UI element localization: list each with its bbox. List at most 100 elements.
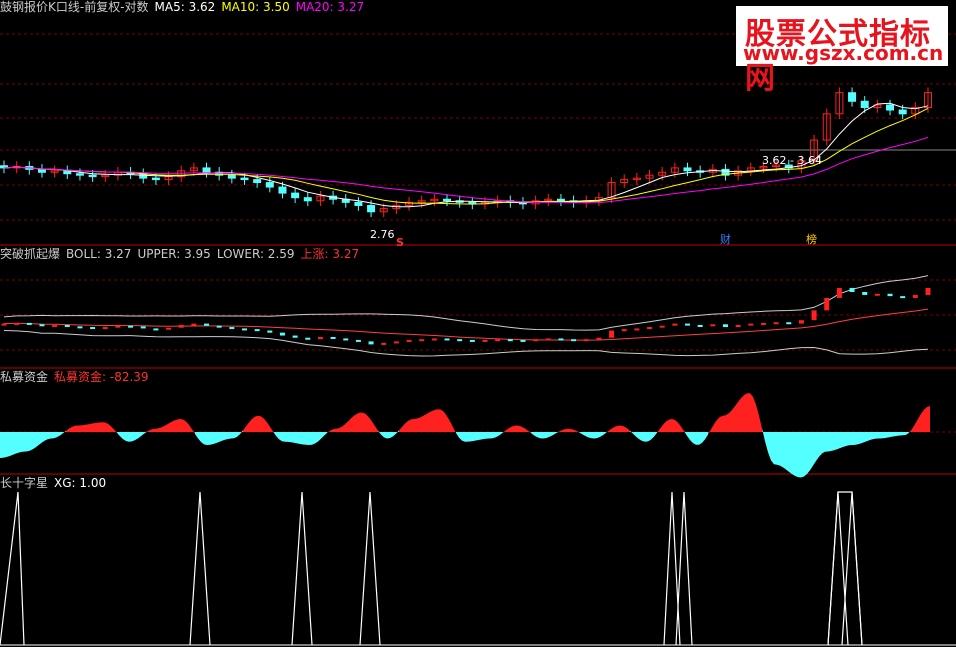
fund-area-segment xyxy=(648,432,651,442)
fund-area-segment xyxy=(741,395,744,432)
price-candle xyxy=(227,174,236,179)
boll-candle xyxy=(204,323,210,326)
fund-area-segment xyxy=(624,426,627,432)
fund-area-segment xyxy=(501,431,504,435)
fund-area-segment xyxy=(636,432,639,440)
fund-area-segment xyxy=(594,432,597,439)
fund-area-segment xyxy=(816,432,819,461)
fund-area-segment xyxy=(927,406,930,432)
fund-area-segment xyxy=(213,432,216,445)
fund-area-segment xyxy=(786,432,789,472)
fund-area-segment xyxy=(318,432,321,442)
fund-area-segment xyxy=(639,432,642,441)
fund-area-segment xyxy=(408,419,411,432)
price-panel-header: 鼓钢报价K口线-前复权-对数 MA5: 3.62 MA10: 3.50 MA20: 3… xyxy=(0,0,370,14)
fund-area-segment xyxy=(480,432,483,440)
fund-area-segment xyxy=(354,413,357,432)
fund-area-segment xyxy=(45,432,48,441)
fund-area-segment xyxy=(705,432,708,440)
fund-area-segment xyxy=(783,432,786,470)
boll-candle xyxy=(216,325,222,328)
fund-area-segment xyxy=(51,432,54,439)
boll-label: BOLL: 3.27 xyxy=(66,247,132,261)
kline-chart-area[interactable] xyxy=(0,0,956,647)
fund-area-segment xyxy=(138,432,141,439)
fund-area-segment xyxy=(621,425,624,432)
fund-area-segment xyxy=(756,404,759,432)
fund-area-segment xyxy=(543,432,546,439)
fund-area-segment xyxy=(504,429,507,432)
price-candle xyxy=(253,179,262,184)
price-candle xyxy=(265,182,274,188)
event-marker-ranking[interactable]: 榜 xyxy=(806,231,817,247)
fund-area-segment xyxy=(882,432,885,439)
boll-candle xyxy=(178,324,184,328)
boll-candle xyxy=(381,342,387,345)
price-candle xyxy=(367,204,376,213)
xg-signal-spike xyxy=(841,491,863,646)
ma20-line xyxy=(3,136,929,204)
fund-area-segment xyxy=(807,432,810,475)
fund-area-segment xyxy=(75,425,78,432)
fund-area-segment xyxy=(105,422,108,432)
boll-candle xyxy=(685,323,691,326)
fund-area-segment xyxy=(675,420,678,432)
fund-area-segment xyxy=(447,416,450,432)
boll-candle xyxy=(710,324,716,327)
fund-area-segment xyxy=(924,406,927,432)
boll-candle xyxy=(811,310,817,321)
boll-candle xyxy=(406,339,412,342)
fund-area-segment xyxy=(771,432,774,465)
fund-area-segment xyxy=(798,432,801,478)
fund-area-segment xyxy=(468,432,471,442)
fund-area-segment xyxy=(723,415,726,432)
boll-candle xyxy=(583,339,589,342)
xg-signal-spike xyxy=(291,491,313,646)
price-candle xyxy=(683,167,692,172)
fund-area-segment xyxy=(912,424,915,432)
fund-area-segment xyxy=(141,432,144,437)
fund-area-segment xyxy=(759,415,762,432)
fund-area-segment xyxy=(399,426,402,432)
boll-candle xyxy=(887,293,893,297)
price-candle xyxy=(202,167,211,173)
fund-area-segment xyxy=(918,413,921,432)
fund-area-segment xyxy=(279,432,282,442)
boll-candle xyxy=(229,327,235,330)
fund-area-segment xyxy=(510,426,513,432)
fund-area-segment xyxy=(117,432,120,437)
event-marker-s[interactable]: S xyxy=(396,236,404,249)
fund-area-segment xyxy=(456,432,459,438)
boll-candle xyxy=(571,339,577,342)
fund-area-segment xyxy=(492,432,495,439)
fund-area-segment xyxy=(3,432,6,458)
event-marker-finance[interactable]: 财 xyxy=(720,231,731,247)
fund-area-segment xyxy=(585,432,588,438)
boll-candle xyxy=(393,341,399,344)
fund-area-segment xyxy=(225,432,228,440)
boll-candle xyxy=(925,287,931,295)
price-candle xyxy=(88,174,97,178)
fund-area-segment xyxy=(525,428,528,432)
fund-area-segment xyxy=(738,398,741,432)
boll-candle xyxy=(874,293,880,296)
fund-area-segment xyxy=(732,406,735,432)
fund-area-segment xyxy=(291,432,294,443)
fund-area-segment xyxy=(906,432,909,435)
ma5-label: MA5: 3.62 xyxy=(154,0,216,14)
fund-area-segment xyxy=(453,427,456,433)
fund-area-segment xyxy=(81,425,84,432)
fund-area-segment xyxy=(681,426,684,432)
fund-area-segment xyxy=(246,422,249,432)
boll-candle xyxy=(305,337,311,340)
fund-area-segment xyxy=(165,423,168,432)
fund-area-segment xyxy=(522,426,525,432)
fund-area-segment xyxy=(243,426,246,432)
boll-candle xyxy=(520,339,526,342)
fund-area-segment xyxy=(828,432,831,452)
fund-area-segment xyxy=(417,417,420,432)
fund-area-segment xyxy=(300,432,303,445)
fund-area-segment xyxy=(267,422,270,432)
fund-area-segment xyxy=(102,422,105,432)
fund-area-segment xyxy=(840,432,843,449)
